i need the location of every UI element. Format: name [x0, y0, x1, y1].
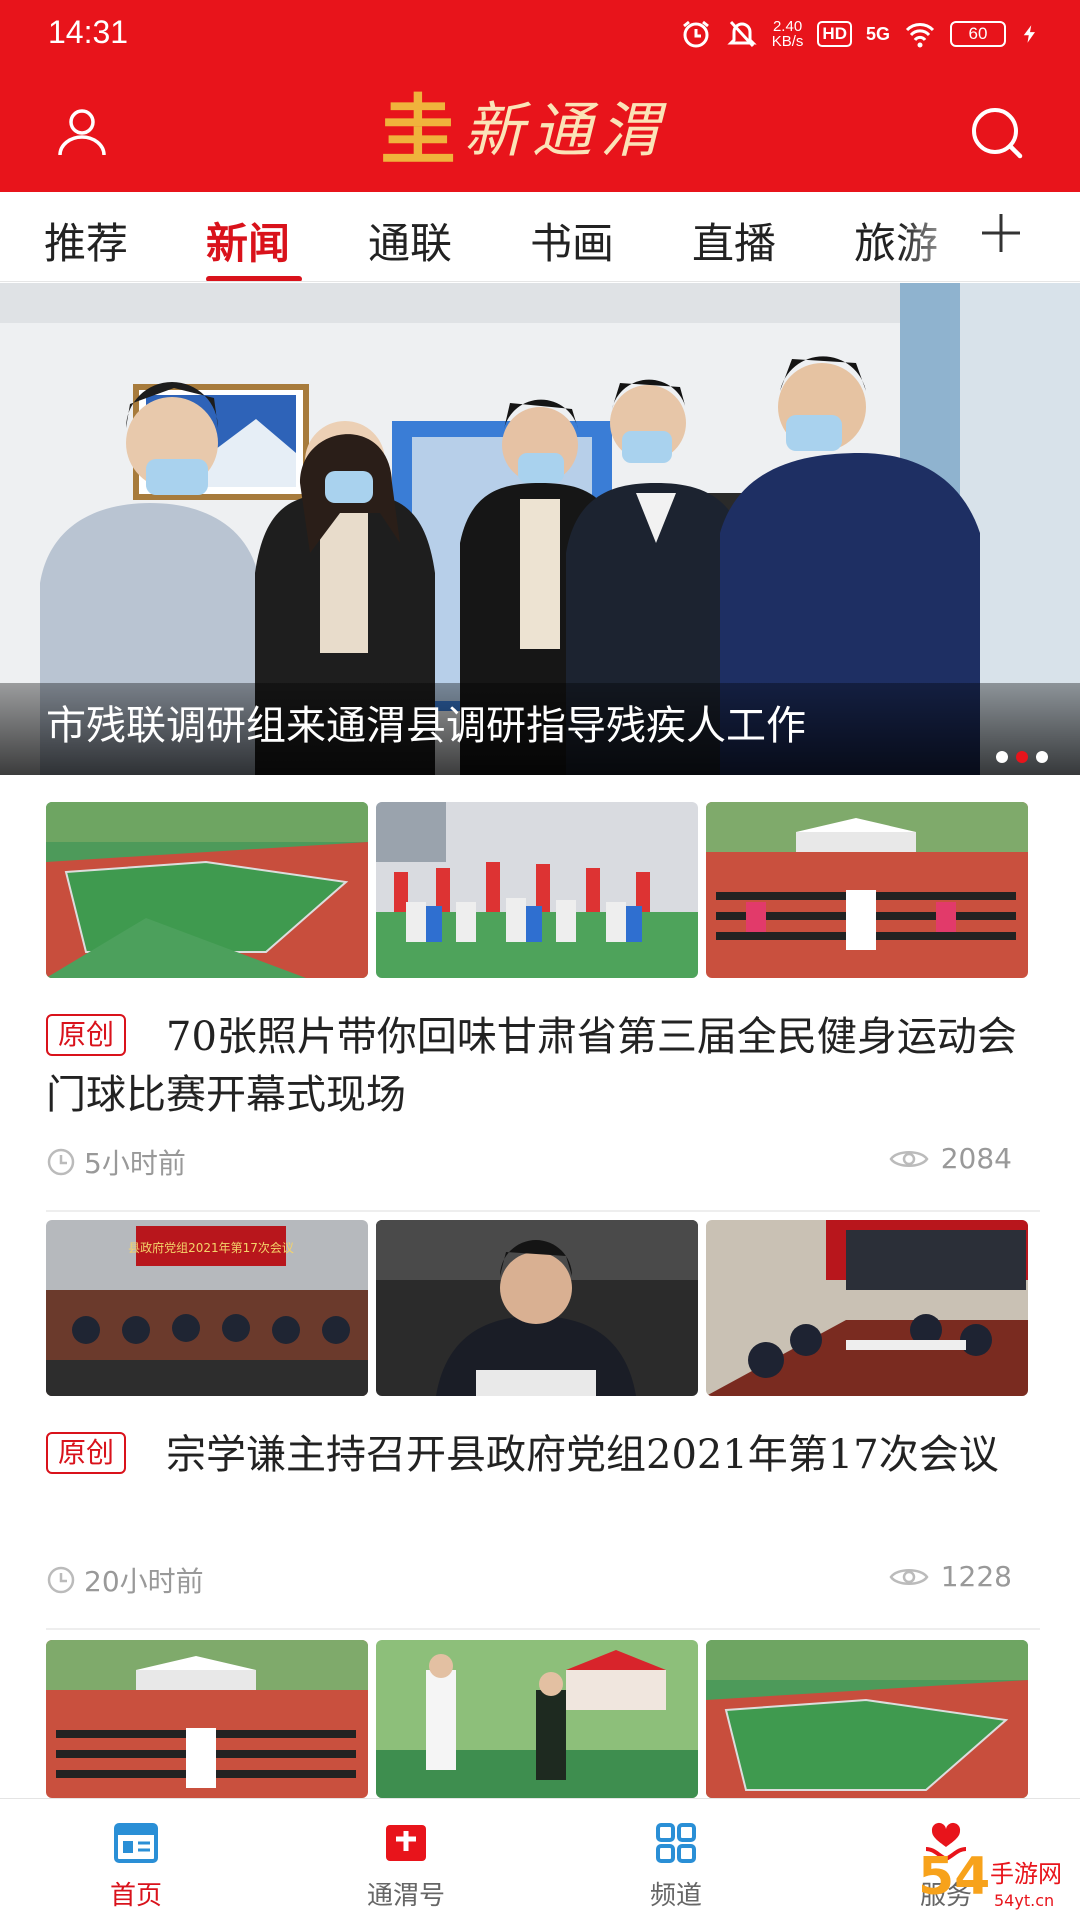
nav-label: 频道 [649, 1881, 702, 1911]
news-views-count: 2084 [940, 1142, 1012, 1175]
hero-caption[interactable]: 市残联调研组来通渭县调研指导残疾人工作 [46, 693, 806, 751]
carousel-dot-active[interactable] [1016, 751, 1028, 763]
carousel-dot[interactable] [1036, 751, 1048, 763]
news-time-text: 5小时前 [84, 1147, 186, 1180]
user-icon[interactable] [56, 106, 108, 158]
app-header: 14:31 2.40 KB/s HD 5G 60 圭 新通渭 [0, 0, 1080, 192]
news-thumbnails [46, 1640, 1028, 1816]
news-title[interactable]: 原创 宗学谦主持召开县政府党组2021年第17次会议 [46, 1426, 1026, 1484]
speed-unit: KB/s [771, 33, 804, 50]
site-watermark: 54 手游网 54yt.cn [914, 1836, 1080, 1920]
speed-value: 2.40 [772, 18, 803, 35]
logo-mark: 圭 [380, 86, 456, 175]
divider [46, 1628, 1040, 1630]
news-views: 2084 [889, 1142, 1012, 1175]
original-tag: 原创 [46, 1432, 127, 1474]
thumbnail-image [706, 1640, 1028, 1798]
thumbnail-image [376, 802, 698, 978]
news-time: 5小时前 [46, 1142, 186, 1182]
search-icon[interactable] [968, 104, 1026, 162]
carousel-dots [996, 751, 1048, 763]
add-channel-icon[interactable] [976, 208, 1026, 258]
tab-news[interactable]: 新闻 [206, 210, 290, 271]
news-time: 20小时前 [46, 1560, 204, 1600]
thumbnail-image [706, 802, 1028, 978]
mute-bell-icon [727, 20, 757, 48]
charging-icon [1023, 25, 1035, 43]
news-title-text: 宗学谦主持召开县政府党组2021年第17次会议 [166, 1432, 999, 1478]
grid-icon [656, 1823, 696, 1863]
original-tag: 原创 [46, 1014, 127, 1056]
news-views-count: 1228 [940, 1560, 1012, 1593]
alarm-icon [682, 20, 709, 48]
nav-label: 通渭号 [366, 1881, 445, 1911]
clock-icon [47, 1566, 75, 1594]
status-icons: 2.40 KB/s HD 5G 60 [680, 16, 1040, 52]
meeting-banner: 县政府党组2021年第17次会议 [128, 1240, 294, 1255]
wifi-icon [905, 23, 935, 48]
nav-home[interactable]: 首页 [36, 1799, 236, 1920]
thumbnail-image: 县政府党组2021年第17次会议 [46, 1220, 368, 1396]
nav-tongwei-account[interactable]: 通渭号 [306, 1799, 506, 1920]
thumbnail-image [376, 1220, 698, 1396]
network-type: 5G [865, 23, 890, 44]
watermark-domain: 54yt.cn [994, 1891, 1054, 1910]
watermark-site: 手游网 [990, 1860, 1062, 1888]
tab-recommend[interactable]: 推荐 [44, 210, 128, 271]
status-bar: 14:31 2.40 KB/s HD 5G 60 [0, 0, 1080, 68]
nav-label: 首页 [109, 1881, 162, 1911]
news-meta: 5小时前 2084 [46, 1142, 1012, 1182]
news-views: 1228 [889, 1560, 1012, 1593]
nav-channels[interactable]: 频道 [576, 1799, 776, 1920]
news-thumbnails [46, 802, 1028, 978]
eye-icon [889, 1150, 929, 1167]
news-title[interactable]: 原创 70张照片带你回味甘肃省第三届全民健身运动会门球比赛开幕式现场 [46, 1008, 1026, 1124]
tab-calligraphy[interactable]: 书画 [530, 210, 614, 271]
active-tab-indicator [206, 276, 302, 281]
news-item[interactable]: 县政府党组2021年第17次会议 原创 宗学谦主持召开县政府党组2021年第17次… [0, 1220, 1080, 1640]
carousel-dot[interactable] [996, 751, 1008, 763]
app-logo: 圭 新通渭 [380, 88, 700, 174]
watermark-brand: 54 [918, 1847, 990, 1907]
clock-icon [47, 1148, 75, 1176]
divider [46, 1210, 1040, 1212]
status-time: 14:31 [48, 14, 129, 50]
news-time-text: 20小时前 [84, 1565, 204, 1598]
tab-live[interactable]: 直播 [692, 210, 776, 271]
hd-badge: HD [817, 21, 852, 47]
thumbnail-image [376, 1640, 698, 1798]
home-news-icon [114, 1823, 158, 1863]
plus-square-icon [386, 1825, 426, 1861]
watermark-logo: 54 手游网 54yt.cn [918, 1847, 1062, 1910]
battery-indicator: 60 [950, 21, 1006, 47]
tabs-fade [900, 192, 980, 280]
tab-tonglian[interactable]: 通联 [368, 210, 452, 271]
thumbnail-image [706, 1220, 1028, 1396]
thumbnail-image [46, 1640, 368, 1798]
network-speed: 2.40 KB/s [772, 19, 804, 49]
news-meta: 20小时前 1228 [46, 1560, 1012, 1600]
news-thumbnails: 县政府党组2021年第17次会议 [46, 1220, 1028, 1396]
logo-text: 新通渭 [464, 96, 668, 166]
category-tabs: 推荐 新闻 通联 书画 直播 旅游 [0, 192, 1080, 282]
thumbnail-image [46, 802, 368, 978]
news-item[interactable] [0, 1640, 1080, 1798]
eye-icon [889, 1568, 929, 1585]
news-item[interactable]: 原创 70张照片带你回味甘肃省第三届全民健身运动会门球比赛开幕式现场 5小时前 2… [0, 802, 1080, 1222]
hero-carousel[interactable]: 市残联调研组来通渭县调研指导残疾人工作 [0, 283, 1080, 775]
news-title-text: 70张照片带你回味甘肃省第三届全民健身运动会门球比赛开幕式现场 [46, 1014, 1017, 1118]
